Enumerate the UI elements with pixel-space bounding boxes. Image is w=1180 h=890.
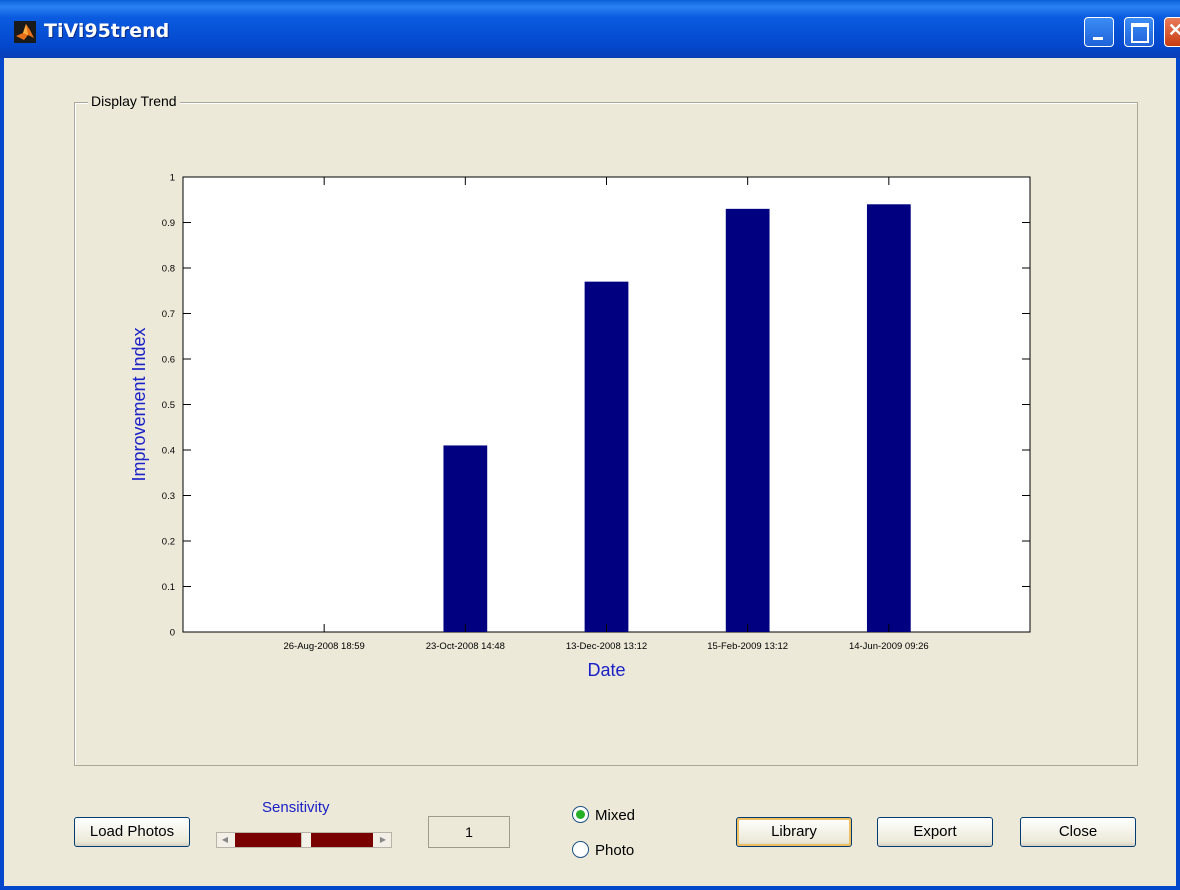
y-tick-label: 0.9	[162, 218, 175, 229]
slider-right-arrow-icon[interactable]: ▶	[376, 834, 390, 846]
y-tick-label: 0.4	[162, 446, 175, 457]
export-button[interactable]: Export	[877, 817, 993, 847]
y-tick-label: 0.3	[162, 491, 175, 502]
library-button[interactable]: Library	[736, 817, 852, 847]
y-tick-label: 1	[170, 173, 175, 184]
app-window: TiVi95trend Display Trend 26-Aug-2008 18…	[0, 0, 1180, 890]
radio-mixed[interactable]: Mixed	[572, 806, 635, 824]
load-photos-button[interactable]: Load Photos	[74, 817, 190, 847]
y-tick-label: 0	[170, 628, 175, 639]
y-tick-label: 0.6	[162, 355, 175, 366]
y-tick-label: 0.2	[162, 537, 175, 548]
x-axis-label: Date	[587, 660, 625, 680]
radio-mixed-indicator[interactable]	[572, 806, 589, 823]
y-axis-label: Improvement Index	[129, 327, 149, 481]
x-tick-label: 26-Aug-2008 18:59	[283, 641, 364, 652]
x-tick-label: 15-Feb-2009 13:12	[707, 641, 788, 652]
radio-mixed-label: Mixed	[595, 807, 636, 824]
x-tick-label: 13-Dec-2008 13:12	[566, 641, 647, 652]
slider-left-arrow-icon[interactable]: ◀	[218, 834, 232, 846]
bar	[443, 445, 488, 632]
radio-photo[interactable]: Photo	[572, 841, 634, 859]
slider-track-left	[235, 833, 301, 847]
y-tick-label: 0.7	[162, 309, 175, 320]
bar	[584, 281, 629, 632]
y-tick-label: 0.1	[162, 582, 175, 593]
sensitivity-slider[interactable]: ◀ ▶	[216, 832, 392, 848]
trend-bar-chart: 26-Aug-2008 18:59 23-Oct-2008 14:48 13-Dec…	[129, 173, 1031, 680]
y-tick-label: 0.5	[162, 400, 175, 411]
bar	[866, 204, 911, 633]
radio-photo-indicator[interactable]	[572, 841, 589, 858]
y-tick-label: 0.8	[162, 264, 175, 275]
x-tick-label: 14-Jun-2009 09:26	[849, 641, 929, 652]
sensitivity-value-field[interactable]: 1	[428, 816, 510, 848]
close-button[interactable]: Close	[1020, 817, 1136, 847]
x-tick-label: 23-Oct-2008 14:48	[426, 641, 505, 652]
bar	[725, 208, 770, 632]
sensitivity-label: Sensitivity	[262, 799, 330, 816]
radio-photo-label: Photo	[595, 842, 635, 859]
slider-track-right	[311, 833, 373, 847]
